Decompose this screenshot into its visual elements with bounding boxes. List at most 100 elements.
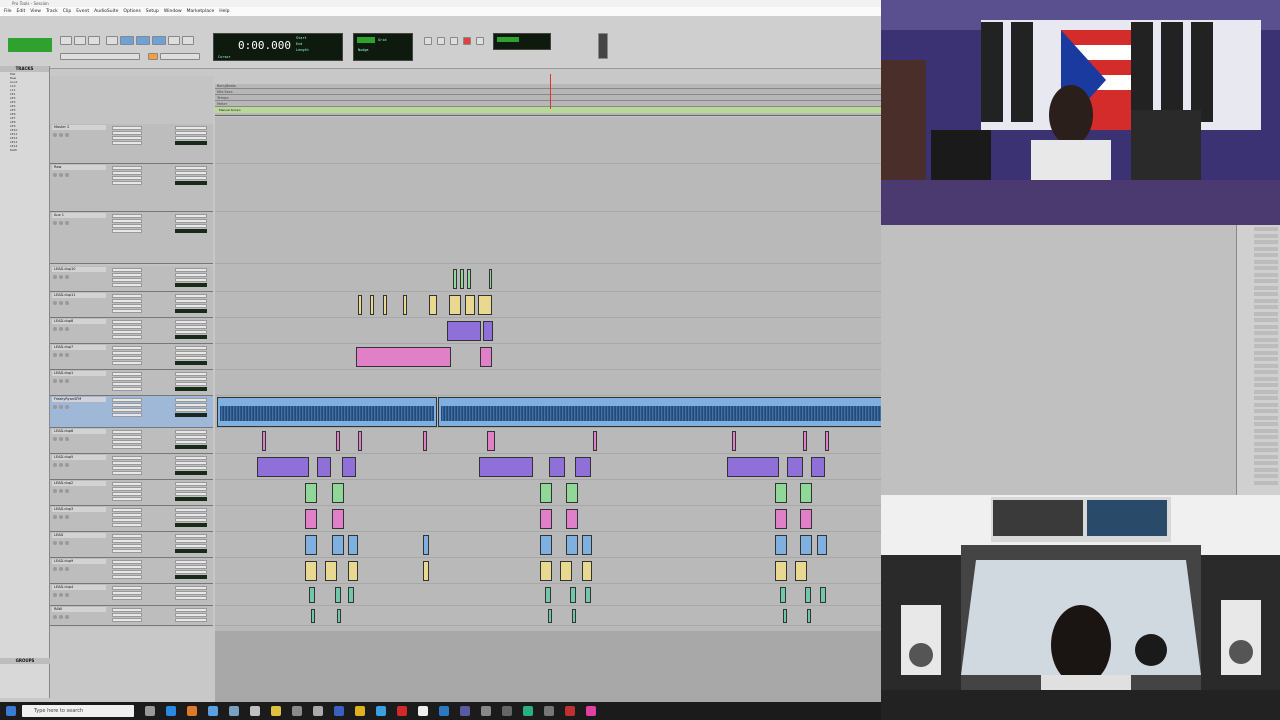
track-solo-button[interactable] — [53, 567, 57, 571]
track-header[interactable]: LEAD.dup3 — [50, 506, 213, 532]
io-selector[interactable] — [175, 351, 207, 355]
app-icon-17[interactable] — [565, 706, 575, 716]
conductor-toggle[interactable] — [497, 37, 519, 42]
audio-clip[interactable] — [787, 457, 803, 477]
menu-setup[interactable]: Setup — [146, 9, 159, 14]
audio-clip[interactable] — [370, 295, 374, 315]
io-selector[interactable] — [175, 176, 207, 180]
track-solo-button[interactable] — [53, 301, 57, 305]
audio-clip[interactable] — [825, 431, 829, 451]
audio-clip[interactable] — [540, 483, 552, 503]
zoom-in-button[interactable] — [74, 36, 86, 45]
insert-slot[interactable] — [112, 544, 142, 548]
track-solo-button[interactable] — [53, 133, 57, 137]
io-selector[interactable] — [175, 544, 207, 548]
rewind-button[interactable] — [424, 37, 432, 45]
audio-clip[interactable] — [487, 431, 495, 451]
insert-slot[interactable] — [112, 440, 142, 444]
insert-slot[interactable] — [112, 466, 142, 470]
volume-display[interactable] — [175, 309, 207, 313]
insert-slot[interactable] — [112, 560, 142, 564]
audio-clip[interactable] — [800, 509, 812, 529]
io-selector[interactable] — [175, 325, 207, 329]
track-name[interactable]: LEAD.dup4 — [52, 585, 106, 590]
loop-button[interactable] — [476, 37, 484, 45]
io-selector[interactable] — [175, 299, 207, 303]
insert-slot[interactable] — [112, 403, 142, 407]
tab-to-transient[interactable] — [160, 53, 200, 60]
track-header[interactable]: Raw — [50, 164, 213, 212]
track-name[interactable]: LEAD.dup2 — [52, 481, 106, 486]
volume-display[interactable] — [175, 387, 207, 391]
volume-display[interactable] — [175, 497, 207, 501]
clip-list-item[interactable] — [1254, 428, 1278, 433]
audio-clip[interactable] — [429, 295, 437, 315]
insert-slot[interactable] — [112, 372, 142, 376]
io-selector[interactable] — [175, 482, 207, 486]
io-selector[interactable] — [175, 268, 207, 272]
selector-tool-icon[interactable] — [136, 36, 150, 45]
io-selector[interactable] — [175, 294, 207, 298]
clip-list-item[interactable] — [1254, 240, 1278, 244]
app-icon-7[interactable] — [355, 706, 365, 716]
volume-display[interactable] — [175, 471, 207, 475]
clip-list-item[interactable] — [1254, 448, 1278, 452]
insert-slot[interactable] — [112, 565, 142, 569]
track-solo-button[interactable] — [53, 615, 57, 619]
io-selector[interactable] — [175, 214, 207, 218]
track-header[interactable]: LEAD.dup9 — [50, 558, 213, 584]
master-fader[interactable] — [598, 33, 608, 59]
clip-list-item[interactable] — [1254, 253, 1278, 257]
stop-button[interactable] — [437, 37, 445, 45]
insert-slot[interactable] — [112, 219, 142, 223]
track-name[interactable]: LEAD.dup10 — [52, 267, 106, 272]
track-lane[interactable] — [215, 370, 881, 396]
clip-list-item[interactable] — [1254, 311, 1278, 316]
io-selector[interactable] — [175, 565, 207, 569]
audio-clip[interactable] — [403, 295, 407, 315]
clip-list-item[interactable] — [1254, 324, 1278, 329]
audio-clip[interactable] — [317, 457, 331, 477]
volume-display[interactable] — [175, 413, 207, 417]
track-header[interactable]: Master 2 — [50, 124, 213, 164]
menu-view[interactable]: View — [30, 9, 41, 14]
track-solo-button[interactable] — [53, 327, 57, 331]
io-selector[interactable] — [175, 330, 207, 334]
track-solo-button[interactable] — [53, 353, 57, 357]
track-rec-button[interactable] — [65, 405, 69, 409]
app-icon-8[interactable] — [376, 706, 386, 716]
track-rec-button[interactable] — [65, 327, 69, 331]
timeline-ruler[interactable]: Bars|Beats Min:Secs Tempo Meter Manual t… — [215, 74, 881, 116]
track-lane[interactable] — [215, 292, 881, 318]
track-mute-button[interactable] — [59, 541, 63, 545]
track-name[interactable]: LEAD.dup7 — [52, 345, 106, 350]
menu-clip[interactable]: Clip — [63, 9, 72, 14]
io-selector[interactable] — [175, 508, 207, 512]
clip-list-item[interactable] — [1254, 337, 1278, 342]
edit-timeline-area[interactable] — [215, 117, 886, 631]
insert-slot[interactable] — [112, 141, 142, 145]
clip-list-item[interactable] — [1254, 344, 1278, 348]
insert-slot[interactable] — [112, 304, 142, 308]
io-selector[interactable] — [175, 377, 207, 381]
audio-clip[interactable] — [566, 483, 578, 503]
track-header[interactable]: LEAD.dup11 — [50, 292, 213, 318]
insert-slot[interactable] — [112, 126, 142, 130]
audio-clip[interactable] — [483, 321, 493, 341]
track-mute-button[interactable] — [59, 593, 63, 597]
windows-start-icon[interactable] — [6, 706, 16, 716]
insert-slot[interactable] — [112, 445, 142, 449]
track-solo-button[interactable] — [53, 489, 57, 493]
track-rec-button[interactable] — [65, 353, 69, 357]
volume-display[interactable] — [175, 549, 207, 553]
playhead[interactable] — [550, 74, 551, 109]
track-header[interactable]: LEAD.dup4 — [50, 584, 213, 606]
insert-slot[interactable] — [112, 176, 142, 180]
insert-slot[interactable] — [112, 214, 142, 218]
track-rec-button[interactable] — [65, 515, 69, 519]
volume-display[interactable] — [175, 141, 207, 145]
track-mute-button[interactable] — [59, 489, 63, 493]
app-icon-6[interactable] — [334, 706, 344, 716]
clip-list-item[interactable] — [1254, 331, 1278, 335]
audio-clip[interactable] — [478, 295, 492, 315]
